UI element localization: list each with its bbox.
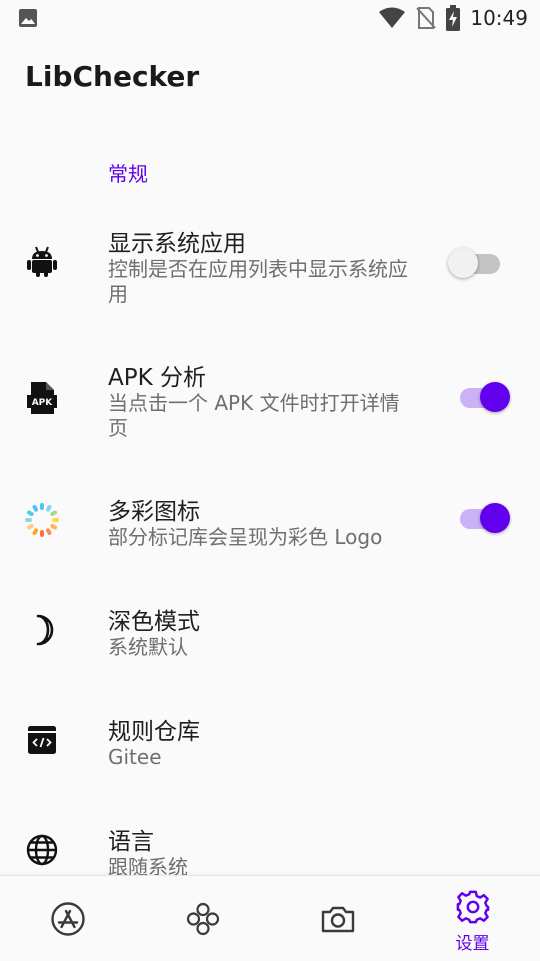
clover-icon — [186, 902, 219, 936]
app-store-icon — [50, 902, 85, 936]
pref-show-system-apps[interactable]: 显示系统应用 控制是否在应用列表中显示系统应用 — [0, 214, 540, 324]
battery-charging-icon — [446, 5, 461, 31]
nav-label-settings: 设置 — [455, 934, 490, 954]
status-bar: 10:49 — [0, 0, 540, 36]
colorful-ring-icon — [25, 503, 59, 537]
nav-item-statistics[interactable] — [135, 876, 270, 961]
section-header-general: 常规 — [108, 162, 148, 186]
globe-icon — [26, 834, 58, 866]
pref-title: 语言 — [108, 829, 154, 855]
status-time: 10:49 — [470, 6, 528, 30]
pref-summary: 控制是否在应用列表中显示系统应用 — [108, 257, 408, 306]
camera-icon — [321, 906, 354, 933]
pref-rules-repo[interactable]: 规则仓库 Gitee — [0, 702, 540, 792]
sim-off-icon — [416, 7, 437, 29]
moon-icon — [36, 614, 54, 646]
code-box-icon — [28, 726, 56, 754]
nav-item-settings[interactable]: 设置 — [405, 876, 540, 961]
apk-analytics-switch[interactable] — [460, 380, 512, 416]
pref-summary: 系统默认 — [108, 635, 188, 659]
pref-dark-mode[interactable]: 深色模式 系统默认 — [0, 592, 540, 682]
wifi-icon — [379, 7, 406, 28]
pref-title: 深色模式 — [108, 609, 200, 635]
pref-language[interactable]: 语言 跟随系统 — [0, 812, 540, 875]
pref-summary: 跟随系统 — [108, 855, 188, 875]
pref-title: 规则仓库 — [108, 719, 200, 745]
pref-summary: 部分标记库会呈现为彩色 Logo — [108, 525, 383, 549]
apk-icon: APK — [27, 382, 57, 414]
pref-title: APK 分析 — [108, 365, 206, 391]
pref-apk-analytics[interactable]: APK APK 分析 当点击一个 APK 文件时打开详情页 — [0, 348, 540, 458]
nav-item-apps[interactable] — [0, 876, 135, 961]
nav-item-snapshot[interactable] — [270, 876, 405, 961]
pref-colorful-icon[interactable]: 多彩图标 部分标记库会呈现为彩色 Logo — [0, 482, 540, 572]
bottom-navigation: 设置 — [0, 875, 540, 961]
svg-text:APK: APK — [32, 398, 54, 408]
pref-title: 显示系统应用 — [108, 231, 246, 257]
gear-icon — [456, 890, 489, 924]
pref-summary: Gitee — [108, 745, 162, 769]
image-icon — [19, 9, 37, 27]
show-system-apps-switch[interactable] — [448, 246, 512, 282]
app-title: LibChecker — [25, 60, 200, 93]
android-icon — [27, 246, 57, 277]
pref-summary: 当点击一个 APK 文件时打开详情页 — [108, 391, 400, 440]
pref-title: 多彩图标 — [108, 499, 200, 525]
colorful-icon-switch[interactable] — [460, 501, 512, 537]
